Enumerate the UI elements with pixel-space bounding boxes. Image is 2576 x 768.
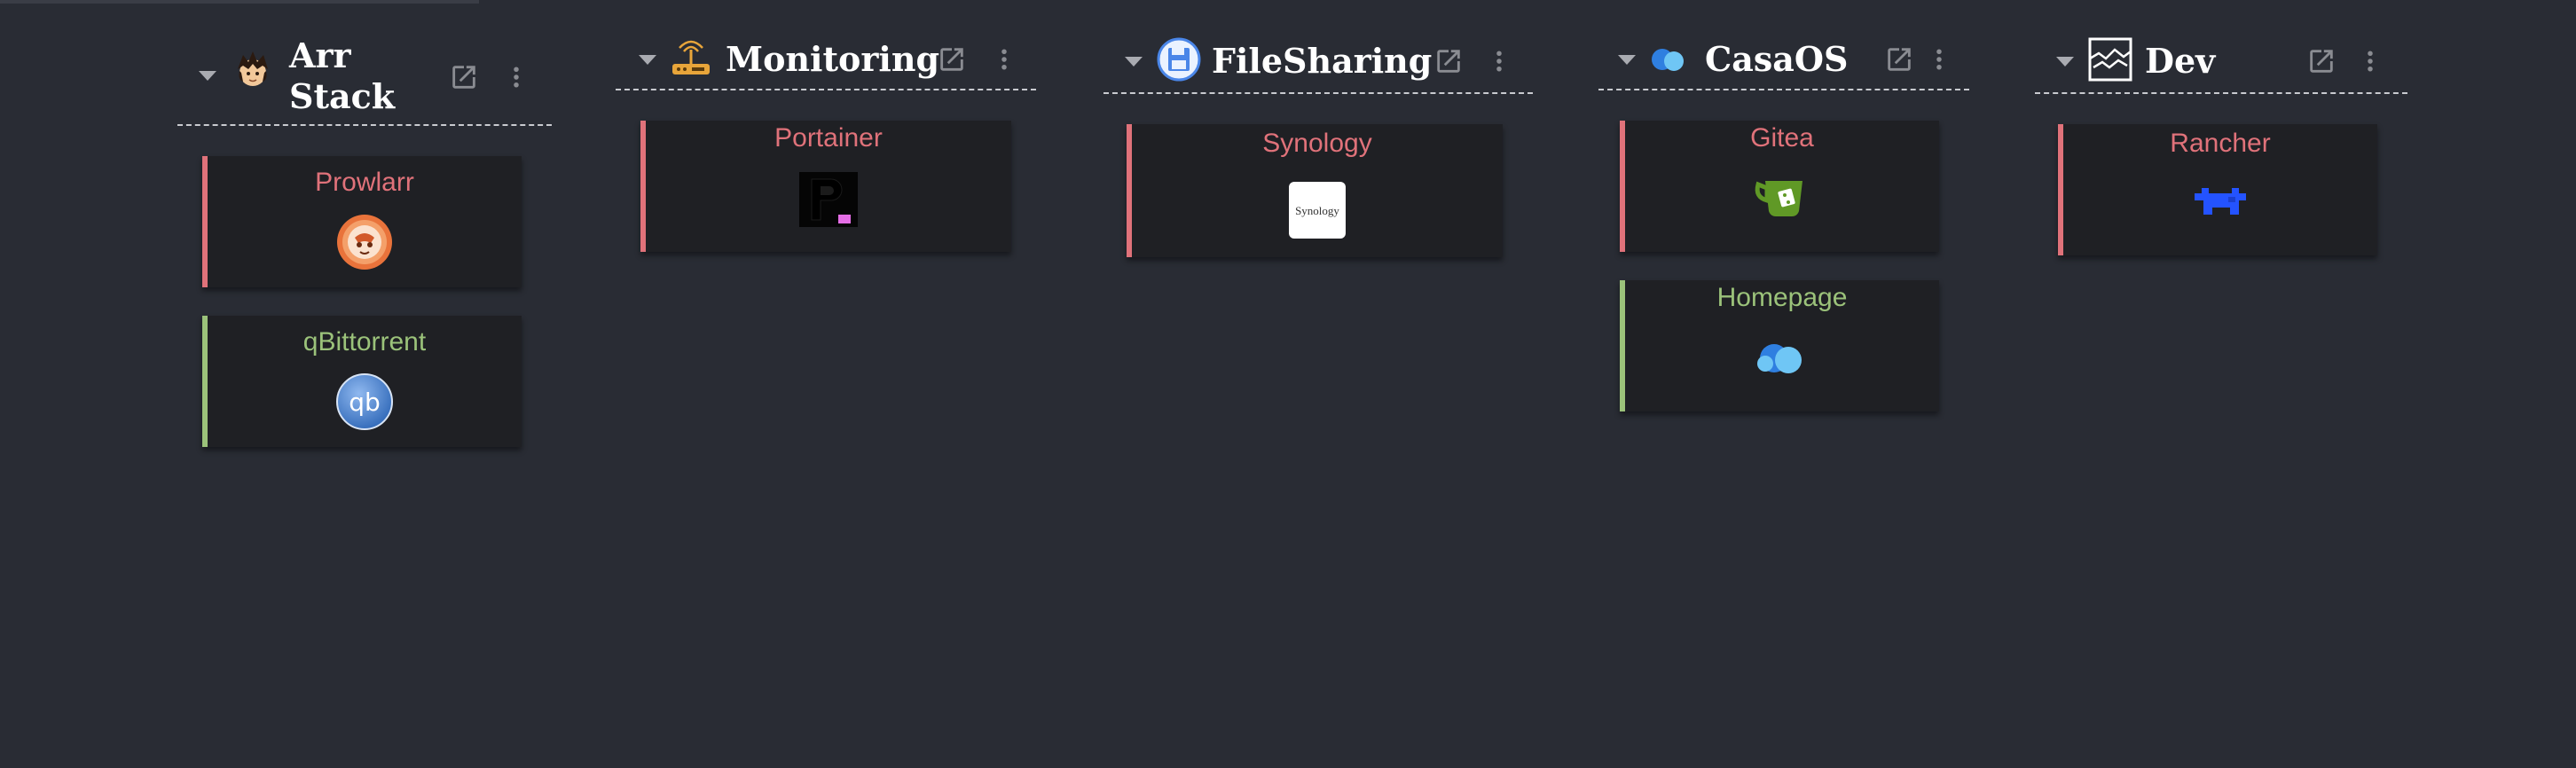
section-monitoring: Monitoring Portainer: [616, 35, 1036, 302]
section-title-line2: Stack: [289, 76, 396, 116]
service-card-qbittorrent[interactable]: qBittorrent qb: [202, 316, 522, 447]
service-card-gitea[interactable]: Gitea: [1620, 121, 1939, 252]
service-card-rancher[interactable]: Rancher: [2058, 124, 2377, 255]
dev-window-icon: [2088, 37, 2132, 82]
section-arr-stack: Arr Stack Prowlarr qBittorrent qb: [177, 35, 552, 461]
casaos-icon: [1652, 49, 1684, 71]
service-card-homepage[interactable]: Homepage: [1620, 280, 1939, 411]
section-header: FileSharing: [1103, 35, 1533, 94]
service-label: qBittorrent: [302, 327, 427, 357]
open-external-icon[interactable]: [2306, 46, 2336, 76]
section-header: Monitoring: [616, 35, 1036, 90]
open-external-icon[interactable]: [937, 44, 967, 74]
more-options-icon[interactable]: [997, 46, 1011, 73]
open-external-icon[interactable]: [449, 62, 479, 92]
homepage-icon: [1757, 344, 1802, 373]
section-filesharing: FileSharing Synology Synology: [1103, 35, 1533, 302]
open-external-icon[interactable]: [1884, 44, 1914, 74]
section-title: CasaOS: [1705, 39, 1849, 79]
portainer-icon: [799, 172, 858, 227]
synology-icon: Synology: [1289, 182, 1346, 239]
svg-text:Synology: Synology: [1295, 204, 1339, 217]
service-label: Homepage: [1716, 283, 1848, 312]
collapse-arrow-icon[interactable]: [639, 55, 656, 65]
router-icon: [672, 40, 710, 74]
section-title-line1: Arr: [289, 35, 351, 75]
service-label: Prowlarr: [315, 168, 414, 197]
section-header: Dev: [2035, 35, 2407, 94]
open-external-icon[interactable]: [1433, 46, 1464, 76]
prowlarr-icon: [337, 215, 392, 270]
more-options-icon[interactable]: [2363, 48, 2377, 74]
floppy-disk-icon: [1157, 37, 1201, 82]
svg-text:qb: qb: [349, 388, 381, 417]
section-title: FileSharing: [1212, 41, 1433, 81]
collapse-arrow-icon[interactable]: [1125, 57, 1143, 67]
service-card-prowlarr[interactable]: Prowlarr: [202, 156, 522, 287]
collapse-arrow-icon[interactable]: [1618, 55, 1636, 65]
section-header: Arr Stack: [177, 35, 552, 126]
more-options-icon[interactable]: [1492, 48, 1506, 74]
more-options-icon[interactable]: [509, 64, 523, 90]
service-label: Synology: [1262, 129, 1372, 158]
service-card-synology[interactable]: Synology Synology: [1127, 124, 1503, 257]
rancher-icon: [2195, 188, 2246, 215]
service-card-portainer[interactable]: Portainer: [640, 121, 1011, 252]
anime-character-icon: [238, 51, 268, 86]
service-label: Gitea: [1750, 123, 1814, 153]
section-title: Dev: [2145, 41, 2216, 81]
collapse-arrow-icon[interactable]: [2056, 57, 2074, 67]
section-casaos: CasaOS Gitea Homepage: [1598, 35, 1969, 426]
service-label: Portainer: [774, 123, 883, 153]
section-header: CasaOS: [1598, 35, 1969, 90]
collapse-arrow-icon[interactable]: [199, 71, 216, 81]
more-options-icon[interactable]: [1932, 46, 1946, 73]
section-title: Monitoring: [726, 39, 940, 79]
top-bar-edge: [0, 0, 479, 4]
gitea-icon: [1755, 181, 1802, 216]
qbittorrent-icon: qb: [336, 373, 393, 430]
service-label: Rancher: [2170, 129, 2271, 158]
section-dev: Dev Rancher: [2035, 35, 2407, 302]
